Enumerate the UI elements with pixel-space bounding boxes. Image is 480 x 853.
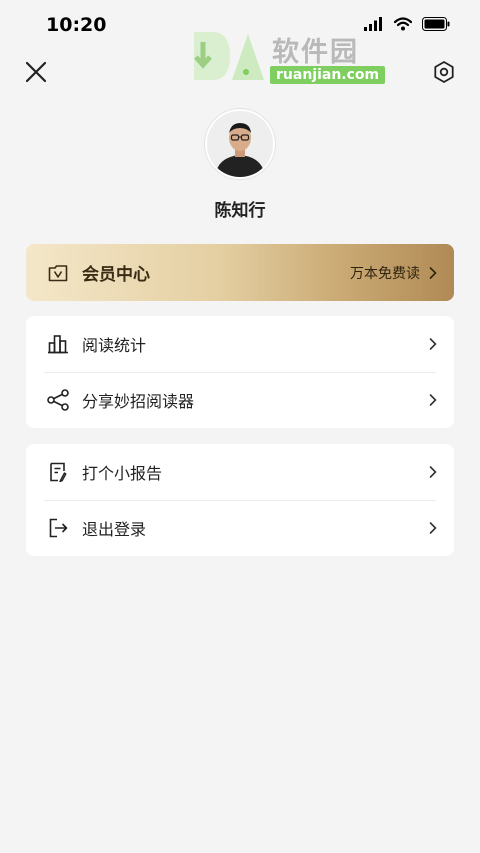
avatar[interactable] xyxy=(205,109,275,179)
menu-item-logout[interactable]: 退出登录 xyxy=(26,500,454,556)
menu-card-reading: 阅读统计 分享妙招阅读器 xyxy=(26,316,454,428)
watermark: 软件园 ruanjian.com xyxy=(190,28,386,86)
vip-center-label: 会员中心 xyxy=(82,265,150,285)
watermark-url: ruanjian.com xyxy=(270,66,386,84)
vip-badge-icon xyxy=(46,261,70,285)
menu-item-report[interactable]: 打个小报告 xyxy=(26,444,454,500)
menu-item-share-reader[interactable]: 分享妙招阅读器 xyxy=(26,372,454,428)
close-button[interactable] xyxy=(16,52,56,92)
chevron-right-icon xyxy=(426,266,440,280)
menu-card-account: 打个小报告 退出登录 xyxy=(26,444,454,556)
share-icon xyxy=(46,388,70,412)
logout-icon xyxy=(46,516,70,540)
chevron-right-icon xyxy=(426,465,440,479)
user-avatar-image xyxy=(207,111,273,177)
settings-button[interactable] xyxy=(424,52,464,92)
watermark-logo-icon xyxy=(194,32,264,80)
menu-item-label: 阅读统计 xyxy=(82,336,147,355)
report-icon xyxy=(46,460,70,484)
menu-item-label: 打个小报告 xyxy=(82,464,163,483)
watermark-brand: 软件园 xyxy=(272,37,359,68)
battery-icon xyxy=(422,16,450,35)
chevron-right-icon xyxy=(426,337,440,351)
menu-item-label: 分享妙招阅读器 xyxy=(82,392,195,411)
chevron-right-icon xyxy=(426,393,440,407)
vip-promo-text: 万本免费读 xyxy=(350,265,420,282)
bar-chart-icon xyxy=(46,332,70,356)
gear-icon xyxy=(434,61,454,83)
status-time: 10:20 xyxy=(46,14,107,36)
wifi-icon xyxy=(393,16,413,35)
close-icon xyxy=(25,61,47,83)
menu-item-label: 退出登录 xyxy=(82,520,147,539)
username: 陈知行 xyxy=(214,201,266,221)
vip-center-button[interactable]: 会员中心 万本免费读 xyxy=(26,244,454,301)
chevron-right-icon xyxy=(426,521,440,535)
menu-item-reading-stats[interactable]: 阅读统计 xyxy=(26,316,454,372)
